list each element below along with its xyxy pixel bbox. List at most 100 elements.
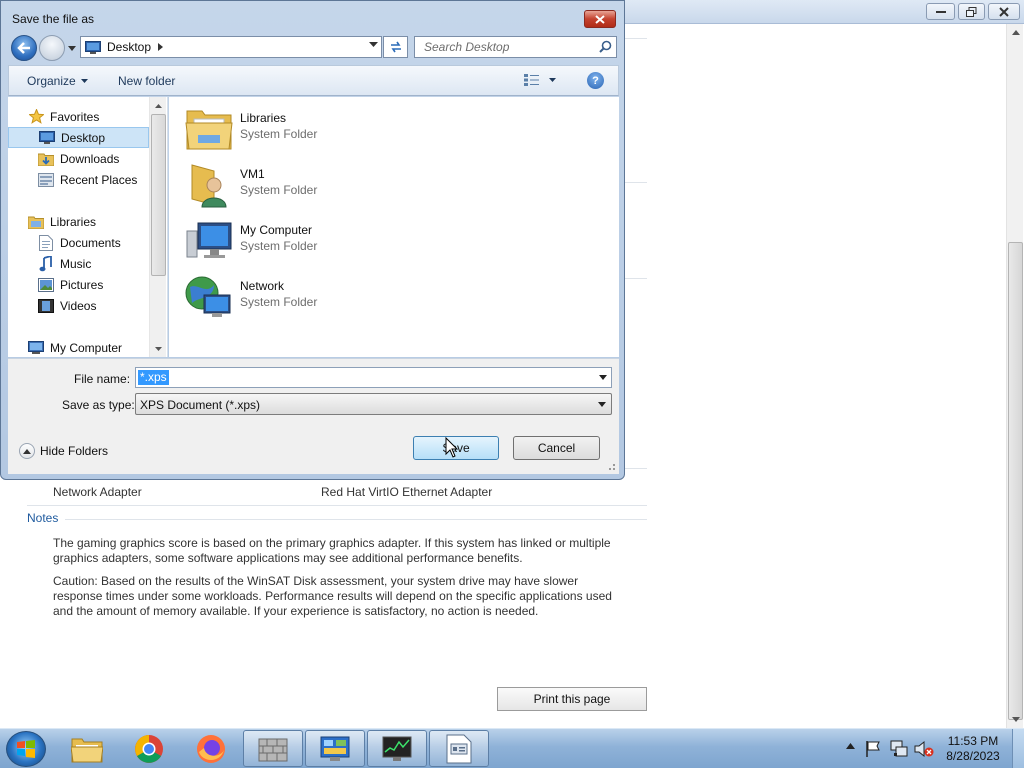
minimize-button[interactable] — [926, 3, 955, 20]
minimize-icon — [935, 10, 946, 13]
document-icon — [446, 734, 472, 763]
start-button[interactable] — [6, 731, 46, 767]
nav-item-pictures[interactable]: Pictures — [8, 274, 149, 295]
taskbar-app-resource-monitor[interactable] — [367, 730, 427, 767]
show-hidden-icons-icon[interactable] — [846, 743, 855, 749]
taskbar: 11:53 PM 8/28/2023 — [0, 728, 1024, 768]
nav-item-downloads[interactable]: Downloads — [8, 148, 149, 169]
network-status-icon[interactable] — [890, 740, 910, 758]
chevron-right-icon[interactable] — [158, 43, 164, 51]
restore-button[interactable] — [958, 3, 985, 20]
back-button[interactable] — [11, 35, 37, 61]
scroll-thumb[interactable] — [151, 114, 166, 276]
nav-item-documents[interactable]: Documents — [8, 232, 149, 253]
nav-item-desktop[interactable]: Desktop — [8, 127, 149, 148]
nav-item-favorites[interactable]: Favorites — [8, 106, 149, 127]
file-item-vm1[interactable]: VM1 System Folder — [184, 159, 444, 211]
back-arrow-icon — [17, 42, 30, 54]
show-desktop-button[interactable] — [1012, 729, 1024, 768]
file-name-input[interactable]: *.xps — [138, 370, 169, 385]
address-bar[interactable]: Desktop — [80, 36, 382, 58]
taskbar-app-chrome[interactable] — [119, 730, 179, 767]
organize-button[interactable]: Organize — [27, 74, 88, 88]
network-adapter-value: Red Hat VirtIO Ethernet Adapter — [321, 485, 493, 499]
search-input[interactable] — [415, 37, 595, 57]
hide-folders-label: Hide Folders — [40, 444, 109, 458]
note-paragraph: Caution: Based on the results of the Win… — [53, 574, 612, 618]
taskbar-app-firefox[interactable] — [181, 730, 241, 767]
restore-icon — [966, 6, 977, 17]
recent-locations-button[interactable] — [66, 42, 78, 54]
file-type: System Folder — [240, 239, 318, 253]
scroll-up-button[interactable] — [150, 97, 167, 114]
file-name: VM1 — [240, 167, 265, 181]
file-item-my-computer[interactable]: My Computer System Folder — [184, 215, 444, 267]
organize-label: Organize — [27, 74, 76, 88]
folder-icon — [71, 738, 103, 762]
scroll-thumb[interactable] — [1008, 242, 1023, 720]
arrow-down-icon — [1011, 717, 1020, 722]
star-icon — [28, 109, 44, 125]
file-name-combobox[interactable]: *.xps — [135, 367, 612, 388]
scroll-down-button[interactable] — [1007, 711, 1024, 728]
computer-icon — [186, 222, 232, 258]
save-as-type-value: XPS Document (*.xps) — [140, 398, 261, 412]
vertical-scrollbar[interactable] — [1006, 24, 1023, 728]
scroll-down-button[interactable] — [150, 340, 167, 357]
resize-grip-icon[interactable] — [606, 461, 616, 471]
taskbar-clock[interactable]: 11:53 PM 8/28/2023 — [940, 734, 1006, 764]
file-type: System Folder — [240, 295, 318, 309]
refresh-icon — [390, 41, 401, 53]
arrow-up-icon — [155, 103, 162, 108]
help-icon: ? — [592, 74, 599, 87]
refresh-button[interactable] — [383, 36, 408, 58]
save-options-panel: File name: *.xps Save as type: XPS Docum… — [8, 358, 619, 474]
change-view-button[interactable] — [524, 74, 556, 86]
hide-folders-button[interactable]: Hide Folders — [19, 443, 108, 459]
file-item-libraries[interactable]: Libraries System Folder — [184, 103, 444, 155]
help-button[interactable]: ? — [587, 72, 604, 89]
collapse-icon — [19, 443, 35, 459]
print-page-button[interactable]: Print this page — [497, 687, 647, 711]
cancel-button[interactable]: Cancel — [513, 436, 600, 460]
videos-icon — [38, 298, 54, 314]
network-adapter-label: Network Adapter — [53, 485, 142, 499]
documents-icon — [38, 234, 54, 251]
new-folder-button[interactable]: New folder — [118, 74, 175, 88]
nav-item-libraries[interactable]: Libraries — [8, 211, 149, 232]
nav-item-music[interactable]: Music — [8, 253, 149, 274]
music-icon — [38, 255, 54, 272]
navigation-scrollbar[interactable] — [149, 97, 166, 357]
taskbar-app-file-explorer[interactable] — [57, 730, 117, 767]
taskbar-app-document-viewer[interactable] — [429, 730, 489, 767]
nav-item-videos[interactable]: Videos — [8, 295, 149, 316]
forward-button[interactable] — [39, 35, 65, 61]
network-icon — [185, 276, 231, 317]
notes-heading: Notes — [27, 511, 59, 525]
chevron-down-icon[interactable] — [599, 375, 607, 380]
save-as-type-select[interactable]: XPS Document (*.xps) — [135, 393, 612, 415]
close-button[interactable] — [988, 3, 1020, 20]
view-details-icon — [524, 74, 539, 86]
nav-item-recent-places[interactable]: Recent Places — [8, 169, 149, 190]
chevron-down-icon[interactable] — [369, 42, 378, 48]
chrome-icon — [135, 734, 163, 763]
nav-item-label: Favorites — [50, 109, 100, 124]
file-name: Libraries — [240, 111, 287, 125]
user-folder-icon — [191, 164, 227, 208]
save-as-type-label: Save as type: — [62, 398, 135, 412]
volume-muted-icon[interactable] — [914, 740, 934, 758]
close-icon — [999, 6, 1009, 17]
search-icon[interactable] — [599, 40, 612, 53]
taskbar-app-control-panel[interactable] — [305, 730, 365, 767]
file-item-network[interactable]: Network System Folder — [184, 271, 444, 323]
nav-item-my-computer[interactable]: My Computer — [8, 337, 149, 357]
firewall-icon — [258, 738, 288, 761]
taskbar-app-firewall[interactable] — [243, 730, 303, 767]
action-center-flag-icon[interactable] — [864, 740, 882, 758]
file-name: Network — [240, 279, 285, 293]
scroll-up-button[interactable] — [1007, 24, 1024, 41]
libraries-folder-icon — [185, 110, 233, 150]
search-box[interactable] — [414, 36, 617, 58]
dialog-close-button[interactable] — [584, 10, 616, 28]
